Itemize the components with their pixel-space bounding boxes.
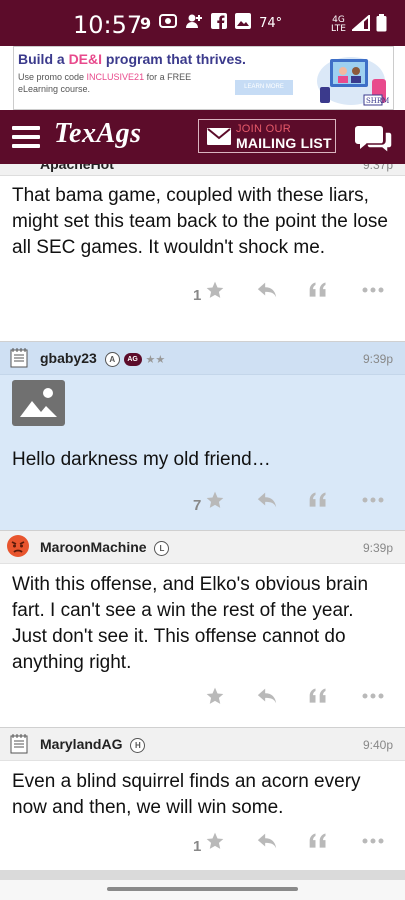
post-body: With this offense, and Elko's obvious br… (12, 574, 369, 673)
ad-learn-more-button[interactable]: LEARN MORE (235, 80, 293, 95)
notepad-avatar-icon[interactable] (10, 348, 28, 368)
post-body: That bama game, coupled with these liars… (12, 185, 388, 258)
star-icon[interactable] (205, 831, 225, 856)
post-body: Hello darkness my old friend… (12, 449, 271, 470)
ad-promo-prefix: Use promo code (18, 72, 87, 82)
app-9-icon: 9 (140, 13, 152, 33)
menu-icon[interactable] (12, 126, 40, 148)
gesture-bar (0, 880, 405, 900)
rank-badge: H (130, 737, 146, 753)
like-count: 1 (193, 838, 202, 855)
ad-promo-suffix: for a FREE (144, 72, 192, 82)
post-highlighted: gbaby23 A AG ★★ 9:39p Hello darkness my … (0, 341, 405, 530)
post-actions (0, 680, 405, 718)
add-person-icon (185, 13, 203, 33)
site-logo[interactable]: TexAgs (54, 118, 142, 150)
ad-headline-suffix: program that thrives. (102, 51, 246, 67)
mailing-list-label: MAILING LIST (236, 135, 332, 151)
envelope-icon (207, 128, 231, 145)
partial-post-time: 9:37p (362, 164, 393, 172)
top-navbar: TexAgs JOIN OUR MAILING LIST (0, 110, 405, 164)
mailing-join-label: JOIN OUR (236, 123, 291, 135)
post-header: gbaby23 A AG ★★ 9:39p (0, 341, 405, 375)
status-bar: 10:57 9 74° 4G LTE (0, 0, 405, 46)
ad-headline-prefix: Build a (18, 51, 69, 67)
ad-promo: Use promo code INCLUSIVE21 for a FREE (18, 72, 191, 82)
status-icons: 9 74° (140, 13, 282, 33)
ad-illustration: SHRM (316, 49, 391, 107)
post-time: 9:39p (362, 541, 393, 555)
ad-headline-highlight: DE&I (68, 51, 103, 67)
rank-badge: A (104, 351, 120, 367)
post-username[interactable]: MarylandAG H (40, 736, 146, 753)
post-username-text: gbaby23 (40, 350, 97, 366)
mailing-list-button[interactable]: JOIN OUR MAILING LIST (198, 119, 336, 153)
ad-banner[interactable]: Build a DE&I program that thrives. Use p… (13, 46, 394, 110)
battery-icon (376, 14, 387, 35)
image-placeholder-icon[interactable] (12, 380, 65, 426)
chat-icon[interactable] (354, 122, 394, 155)
post-actions: 1 (0, 825, 405, 863)
partial-post-username[interactable]: ApacheHot (40, 164, 114, 172)
quote-icon[interactable] (308, 280, 328, 305)
image-icon (235, 13, 252, 33)
post-time: 9:39p (362, 352, 393, 366)
ad-headline: Build a DE&I program that thrives. (18, 51, 246, 67)
post: MarylandAG H 9:40p Even a blind squirrel… (0, 727, 405, 863)
status-time: 10:57 (73, 11, 143, 39)
more-icon[interactable] (362, 831, 384, 856)
post-header: MarylandAG H 9:40p (0, 727, 405, 761)
like-count: 7 (193, 497, 202, 514)
network-type: 4G LTE (331, 14, 346, 34)
more-icon[interactable] (362, 280, 384, 305)
quote-icon[interactable] (308, 831, 328, 856)
temperature: 74° (259, 15, 283, 31)
post-username-text: MarylandAG (40, 736, 123, 752)
ad-promo-line2: eLearning course. (18, 84, 91, 94)
post-header: MaroonMachine L 9:39p (0, 530, 405, 564)
reply-icon[interactable] (256, 280, 278, 305)
reply-icon[interactable] (256, 490, 278, 515)
ad-brand: SHRM (366, 97, 389, 105)
post-time: 9:40p (362, 738, 393, 752)
post-body: Even a blind squirrel finds an acorn eve… (12, 771, 361, 818)
post-username[interactable]: gbaby23 A AG ★★ (40, 350, 165, 367)
rank-badge: L (154, 540, 170, 556)
quote-icon[interactable] (308, 686, 328, 711)
more-icon[interactable] (362, 686, 384, 711)
ad-promo-code: INCLUSIVE21 (86, 72, 145, 82)
more-icon[interactable] (362, 490, 384, 515)
quote-icon[interactable] (308, 490, 328, 515)
facebook-icon (211, 13, 228, 33)
post-separator (0, 870, 405, 880)
notepad-avatar-icon[interactable] (10, 734, 28, 754)
post: MaroonMachine L 9:39p With this offense,… (0, 530, 405, 718)
star-icon[interactable] (205, 686, 225, 711)
post-username[interactable]: MaroonMachine L (40, 539, 170, 556)
post: That bama game, coupled with these liars… (0, 176, 405, 312)
star-icon[interactable] (205, 490, 225, 515)
status-right-icons: 4G LTE (331, 13, 387, 35)
signal-icon (350, 13, 370, 34)
star-rating: ★★ (145, 354, 166, 366)
ag-badge: AG (123, 352, 142, 366)
post-actions: 7 (0, 484, 405, 522)
like-count: 1 (193, 287, 202, 304)
star-icon[interactable] (205, 280, 225, 305)
partial-post-header: ApacheHot 9:37p (0, 164, 405, 176)
angry-face-avatar-icon[interactable] (6, 534, 30, 558)
home-gesture-pill[interactable] (107, 887, 298, 891)
radio-icon (159, 13, 178, 33)
reply-icon[interactable] (256, 831, 278, 856)
post-actions: 1 (0, 274, 405, 312)
post-username-text: MaroonMachine (40, 539, 147, 555)
reply-icon[interactable] (256, 686, 278, 711)
